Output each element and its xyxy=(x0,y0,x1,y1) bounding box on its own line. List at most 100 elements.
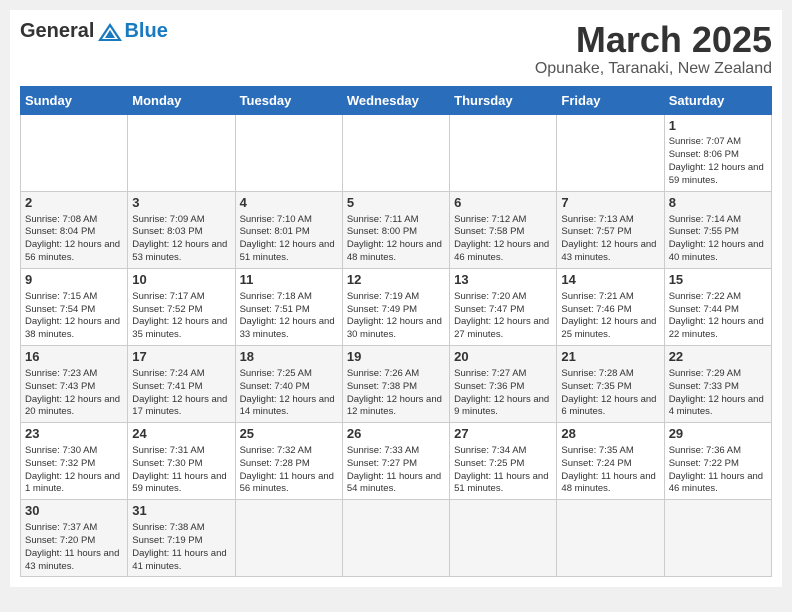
calendar-cell xyxy=(21,114,128,191)
calendar-cell: 27 Sunrise: 7:34 AM Sunset: 7:25 PM Dayli… xyxy=(450,423,557,500)
calendar-week-4: 16 Sunrise: 7:23 AM Sunset: 7:43 PM Dayli… xyxy=(21,346,772,423)
calendar-cell: 10 Sunrise: 7:17 AM Sunset: 7:52 PM Dayli… xyxy=(128,268,235,345)
calendar-cell: 31 Sunrise: 7:38 AM Sunset: 7:19 PM Dayli… xyxy=(128,500,235,577)
day-info: Sunrise: 7:34 AM Sunset: 7:25 PM Dayligh… xyxy=(454,445,552,496)
day-info: Sunrise: 7:32 AM Sunset: 7:28 PM Dayligh… xyxy=(240,445,338,496)
day-info: Sunrise: 7:28 AM Sunset: 7:35 PM Dayligh… xyxy=(561,368,659,419)
day-info: Sunrise: 7:12 AM Sunset: 7:58 PM Dayligh… xyxy=(454,214,552,265)
calendar-cell: 25Sunrise: 7:32 AM Sunset: 7:28 PM Dayli… xyxy=(235,423,342,500)
day-info: Sunrise: 7:33 AM Sunset: 7:27 PM Dayligh… xyxy=(347,445,445,496)
calendar-cell: 19 Sunrise: 7:26 AM Sunset: 7:38 PM Dayli… xyxy=(342,346,449,423)
day-number: 5 xyxy=(347,195,445,212)
calendar-cell: 23Sunrise: 7:30 AM Sunset: 7:32 PM Dayli… xyxy=(21,423,128,500)
day-number: 22 xyxy=(669,349,767,366)
day-number: 27 xyxy=(454,426,552,443)
calendar-cell: 15 Sunrise: 7:22 AM Sunset: 7:44 PM Dayli… xyxy=(664,268,771,345)
header-sunday: Sunday xyxy=(21,86,128,114)
day-info: Sunrise: 7:24 AM Sunset: 7:41 PM Dayligh… xyxy=(132,368,230,419)
calendar-cell: 21 Sunrise: 7:28 AM Sunset: 7:35 PM Dayli… xyxy=(557,346,664,423)
calendar-cell: 3 Sunrise: 7:09 AM Sunset: 8:03 PM Daylig… xyxy=(128,191,235,268)
day-info: Sunrise: 7:07 AM Sunset: 8:06 PM Dayligh… xyxy=(669,136,767,187)
day-info: Sunrise: 7:25 AM Sunset: 7:40 PM Dayligh… xyxy=(240,368,338,419)
day-info: Sunrise: 7:38 AM Sunset: 7:19 PM Dayligh… xyxy=(132,522,230,573)
calendar-cell: 4 Sunrise: 7:10 AM Sunset: 8:01 PM Daylig… xyxy=(235,191,342,268)
calendar-week-6: 30Sunrise: 7:37 AM Sunset: 7:20 PM Dayli… xyxy=(21,500,772,577)
day-number: 29 xyxy=(669,426,767,443)
calendar-cell xyxy=(342,500,449,577)
calendar-cell xyxy=(450,114,557,191)
day-info: Sunrise: 7:27 AM Sunset: 7:36 PM Dayligh… xyxy=(454,368,552,419)
calendar-cell: 5 Sunrise: 7:11 AM Sunset: 8:00 PM Daylig… xyxy=(342,191,449,268)
calendar-cell: 18 Sunrise: 7:25 AM Sunset: 7:40 PM Dayli… xyxy=(235,346,342,423)
day-info: Sunrise: 7:37 AM Sunset: 7:20 PM Dayligh… xyxy=(25,522,123,573)
calendar-cell: 30Sunrise: 7:37 AM Sunset: 7:20 PM Dayli… xyxy=(21,500,128,577)
day-number: 28 xyxy=(561,426,659,443)
calendar-cell: 17Sunrise: 7:24 AM Sunset: 7:41 PM Dayli… xyxy=(128,346,235,423)
day-number: 18 xyxy=(240,349,338,366)
day-info: Sunrise: 7:17 AM Sunset: 7:52 PM Dayligh… xyxy=(132,291,230,342)
day-number: 2 xyxy=(25,195,123,212)
header-saturday: Saturday xyxy=(664,86,771,114)
day-number: 15 xyxy=(669,272,767,289)
day-info: Sunrise: 7:19 AM Sunset: 7:49 PM Dayligh… xyxy=(347,291,445,342)
day-info: Sunrise: 7:35 AM Sunset: 7:24 PM Dayligh… xyxy=(561,445,659,496)
logo-general-text: General xyxy=(20,20,94,43)
day-info: Sunrise: 7:22 AM Sunset: 7:44 PM Dayligh… xyxy=(669,291,767,342)
calendar-container: General Blue March 2025 Opunake, Taranak… xyxy=(10,10,782,587)
calendar-grid: Sunday Monday Tuesday Wednesday Thursday… xyxy=(20,86,772,578)
calendar-cell: 22Sunrise: 7:29 AM Sunset: 7:33 PM Dayli… xyxy=(664,346,771,423)
day-number: 16 xyxy=(25,349,123,366)
calendar-cell: 14Sunrise: 7:21 AM Sunset: 7:46 PM Dayli… xyxy=(557,268,664,345)
day-number: 26 xyxy=(347,426,445,443)
day-number: 4 xyxy=(240,195,338,212)
day-number: 8 xyxy=(669,195,767,212)
calendar-cell: 6 Sunrise: 7:12 AM Sunset: 7:58 PM Daylig… xyxy=(450,191,557,268)
day-number: 3 xyxy=(132,195,230,212)
day-number: 31 xyxy=(132,503,230,520)
calendar-cell: 11 Sunrise: 7:18 AM Sunset: 7:51 PM Dayli… xyxy=(235,268,342,345)
day-number: 6 xyxy=(454,195,552,212)
month-title: March 2025 xyxy=(535,20,772,60)
day-info: Sunrise: 7:18 AM Sunset: 7:51 PM Dayligh… xyxy=(240,291,338,342)
header-monday: Monday xyxy=(128,86,235,114)
calendar-week-3: 9 Sunrise: 7:15 AM Sunset: 7:54 PM Daylig… xyxy=(21,268,772,345)
calendar-cell: 8 Sunrise: 7:14 AM Sunset: 7:55 PM Daylig… xyxy=(664,191,771,268)
day-info: Sunrise: 7:36 AM Sunset: 7:22 PM Dayligh… xyxy=(669,445,767,496)
calendar-week-5: 23Sunrise: 7:30 AM Sunset: 7:32 PM Dayli… xyxy=(21,423,772,500)
calendar-cell xyxy=(235,114,342,191)
day-number: 10 xyxy=(132,272,230,289)
day-info: Sunrise: 7:31 AM Sunset: 7:30 PM Dayligh… xyxy=(132,445,230,496)
calendar-cell: 12 Sunrise: 7:19 AM Sunset: 7:49 PM Dayli… xyxy=(342,268,449,345)
day-info: Sunrise: 7:23 AM Sunset: 7:43 PM Dayligh… xyxy=(25,368,123,419)
day-number: 21 xyxy=(561,349,659,366)
day-info: Sunrise: 7:11 AM Sunset: 8:00 PM Dayligh… xyxy=(347,214,445,265)
day-number: 7 xyxy=(561,195,659,212)
day-number: 9 xyxy=(25,272,123,289)
calendar-cell: 9 Sunrise: 7:15 AM Sunset: 7:54 PM Daylig… xyxy=(21,268,128,345)
day-number: 12 xyxy=(347,272,445,289)
title-area: March 2025 Opunake, Taranaki, New Zealan… xyxy=(535,20,772,78)
calendar-cell: 20 Sunrise: 7:27 AM Sunset: 7:36 PM Dayli… xyxy=(450,346,557,423)
day-info: Sunrise: 7:13 AM Sunset: 7:57 PM Dayligh… xyxy=(561,214,659,265)
day-info: Sunrise: 7:14 AM Sunset: 7:55 PM Dayligh… xyxy=(669,214,767,265)
day-info: Sunrise: 7:26 AM Sunset: 7:38 PM Dayligh… xyxy=(347,368,445,419)
calendar-cell: 7 Sunrise: 7:13 AM Sunset: 7:57 PM Daylig… xyxy=(557,191,664,268)
calendar-cell xyxy=(450,500,557,577)
day-info: Sunrise: 7:20 AM Sunset: 7:47 PM Dayligh… xyxy=(454,291,552,342)
day-info: Sunrise: 7:10 AM Sunset: 8:01 PM Dayligh… xyxy=(240,214,338,265)
day-number: 20 xyxy=(454,349,552,366)
day-info: Sunrise: 7:09 AM Sunset: 8:03 PM Dayligh… xyxy=(132,214,230,265)
calendar-week-2: 2 Sunrise: 7:08 AM Sunset: 8:04 PM Daylig… xyxy=(21,191,772,268)
day-number: 19 xyxy=(347,349,445,366)
header-tuesday: Tuesday xyxy=(235,86,342,114)
day-number: 23 xyxy=(25,426,123,443)
day-info: Sunrise: 7:15 AM Sunset: 7:54 PM Dayligh… xyxy=(25,291,123,342)
day-number: 11 xyxy=(240,272,338,289)
calendar-cell: 28 Sunrise: 7:35 AM Sunset: 7:24 PM Dayli… xyxy=(557,423,664,500)
logo-area: General Blue xyxy=(20,20,168,43)
calendar-cell xyxy=(664,500,771,577)
day-number: 1 xyxy=(669,118,767,135)
calendar-cell: 2 Sunrise: 7:08 AM Sunset: 8:04 PM Daylig… xyxy=(21,191,128,268)
calendar-cell xyxy=(557,114,664,191)
day-info: Sunrise: 7:08 AM Sunset: 8:04 PM Dayligh… xyxy=(25,214,123,265)
